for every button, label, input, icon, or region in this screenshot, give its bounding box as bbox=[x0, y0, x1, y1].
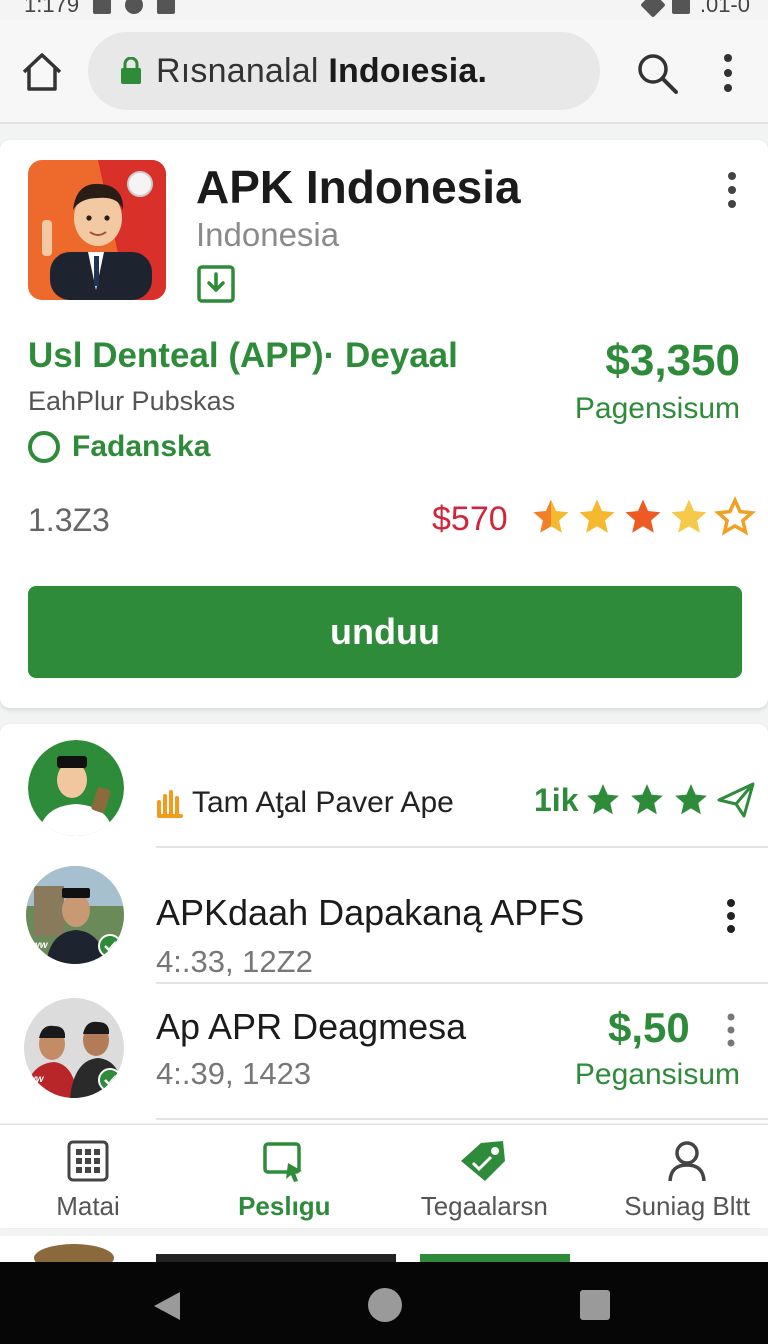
publisher-name: EahPlur Pubskas bbox=[28, 386, 236, 416]
star-icon bbox=[533, 499, 569, 533]
nav-label: Matai bbox=[56, 1191, 120, 1221]
notification-icon-2 bbox=[125, 0, 144, 14]
list-item-price-caption: Pegansisum bbox=[574, 1058, 740, 1091]
price: $3,350 bbox=[605, 336, 740, 385]
list-item[interactable]: ww APKdaah Dapakaną APFS 4:.33, 12Z2 bbox=[0, 848, 768, 984]
app-icon[interactable] bbox=[28, 160, 166, 300]
more-vert-icon bbox=[727, 899, 735, 933]
avatar bbox=[28, 740, 124, 836]
nav-item-tegaalarsn[interactable]: Tegaalarsn bbox=[421, 1125, 548, 1228]
notification-icon-3 bbox=[157, 0, 176, 14]
list-item-price: $,50 bbox=[608, 1004, 690, 1051]
old-price: $570 bbox=[432, 500, 508, 538]
grid-icon bbox=[67, 1140, 109, 1182]
app-icon-image bbox=[28, 160, 166, 300]
next-list-item-peek bbox=[0, 1236, 768, 1262]
list-item-more-button[interactable] bbox=[720, 898, 742, 934]
recent-apps-icon[interactable] bbox=[580, 1290, 610, 1320]
list-item-title-wrap: Tam Aƫal Paver Ape bbox=[156, 786, 454, 820]
download-count: 1.3Z3 bbox=[28, 502, 110, 538]
star-outline-icon bbox=[714, 496, 756, 536]
tag-label: Fadanska bbox=[72, 430, 211, 463]
star-icon bbox=[587, 784, 620, 815]
avatar: ww bbox=[26, 866, 124, 964]
app-detail-card: APK Indonesia Indonesia Usl Denteal (APP… bbox=[0, 140, 768, 708]
notification-icon bbox=[93, 0, 112, 14]
screen-play-icon bbox=[263, 1142, 303, 1182]
status-time: 1:179 bbox=[24, 0, 80, 17]
star-icon bbox=[579, 499, 615, 533]
tag-icon bbox=[461, 1141, 506, 1181]
divider bbox=[156, 1118, 768, 1120]
send-icon[interactable] bbox=[716, 780, 756, 820]
battery-icon bbox=[671, 0, 690, 14]
card-more-button[interactable] bbox=[720, 170, 744, 210]
tag-row[interactable]: Fadanska bbox=[28, 430, 210, 464]
nav-label: Tegaalarsn bbox=[420, 1191, 548, 1221]
list-item-stats: 1ik bbox=[534, 780, 756, 820]
home-circle-icon[interactable] bbox=[368, 1288, 402, 1322]
list-item-meta: 4:.33, 12Z2 bbox=[156, 944, 313, 979]
address-bar[interactable]: Rısnanalal Indoıesia. bbox=[88, 32, 600, 110]
app-title: APK Indonesia bbox=[196, 161, 521, 213]
home-icon bbox=[22, 53, 62, 91]
person-icon bbox=[668, 1141, 706, 1182]
back-icon[interactable] bbox=[150, 1290, 182, 1322]
more-vert-icon bbox=[727, 1013, 735, 1047]
more-vert-icon bbox=[724, 54, 732, 92]
star-icon bbox=[671, 499, 707, 533]
home-button[interactable] bbox=[20, 50, 64, 94]
url-prefix: Rısnanalal bbox=[156, 51, 319, 90]
list-item-count: 1ik bbox=[534, 781, 579, 818]
search-icon bbox=[638, 54, 678, 94]
star-icon bbox=[631, 784, 664, 815]
star-icon bbox=[675, 784, 708, 815]
list-item[interactable]: Tam Aƫal Paver Ape 1ik bbox=[0, 724, 768, 848]
star-icon bbox=[625, 499, 661, 533]
list-item-more-button[interactable] bbox=[720, 1012, 742, 1048]
avatar: ww bbox=[24, 998, 124, 1098]
url-text: Rısnanalal Indoıesia. bbox=[156, 52, 487, 91]
signal-icon bbox=[640, 0, 666, 18]
promo-title[interactable]: Usl Denteal (APP)· Deyaal bbox=[28, 336, 458, 376]
svg-text:ww: ww bbox=[32, 940, 49, 951]
url-domain: Indoıesia. bbox=[328, 51, 488, 90]
system-navigation-bar bbox=[0, 1262, 768, 1344]
bottom-navigation: Matai Peslıgu Tegaalarsn Suniag Bltt bbox=[0, 1124, 768, 1228]
nav-item-pesligu[interactable]: Peslıgu bbox=[224, 1125, 344, 1228]
list-item-title: Ap APR Deagmesa bbox=[156, 1006, 467, 1047]
svg-text:ww: ww bbox=[28, 1074, 45, 1085]
download-button[interactable]: unduu bbox=[28, 586, 742, 678]
browser-toolbar: Rısnanalal Indoıesia. bbox=[0, 20, 768, 124]
list-item-title: APKdaah Dapakaną APFS bbox=[156, 892, 585, 933]
status-bar: 1:179 .01-0 bbox=[0, 0, 768, 20]
download-status-icon bbox=[196, 264, 236, 304]
price-caption: Pagensisum bbox=[574, 392, 740, 425]
radio-circle-icon bbox=[28, 431, 60, 463]
fire-icon bbox=[157, 790, 183, 818]
list-item-title: Tam Aƫal Paver Ape bbox=[192, 786, 454, 819]
nav-label: Peslıgu bbox=[238, 1191, 331, 1221]
lock-icon bbox=[121, 57, 141, 84]
nav-item-matai[interactable]: Matai bbox=[28, 1125, 148, 1228]
more-vert-icon bbox=[728, 172, 736, 208]
overflow-menu-button[interactable] bbox=[716, 52, 740, 94]
list-item[interactable]: ww Ap APR Deagmesa 4:.39, 1423 $,50 Pega… bbox=[0, 984, 768, 1120]
list-item-meta: 4:.39, 1423 bbox=[156, 1056, 312, 1091]
status-battery-text: .01-0 bbox=[699, 0, 750, 17]
app-subtitle: Indonesia bbox=[196, 216, 340, 253]
nav-item-suniag[interactable]: Suniag Bltt bbox=[624, 1125, 750, 1228]
nav-label: Suniag Bltt bbox=[624, 1191, 750, 1221]
rating-stars bbox=[530, 496, 756, 538]
search-button[interactable] bbox=[634, 50, 680, 96]
